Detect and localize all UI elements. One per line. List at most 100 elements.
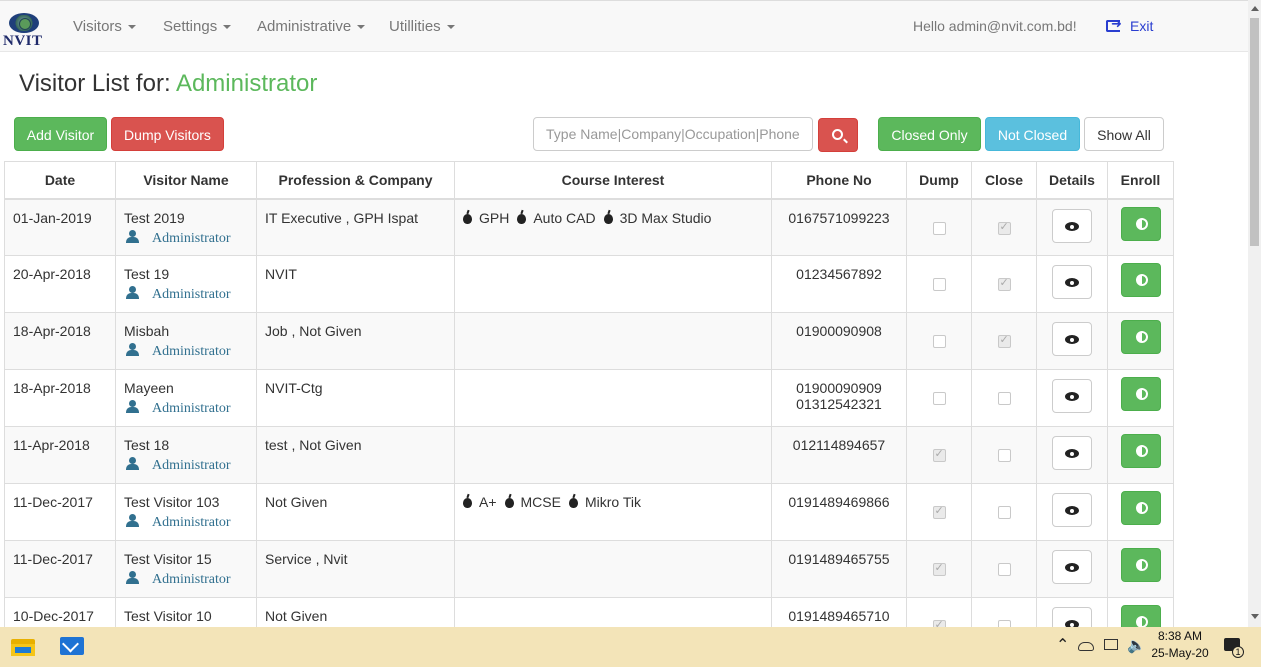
adjust-icon	[1135, 331, 1148, 343]
cell-date: 20-Apr-2018	[4, 255, 116, 313]
notification-badge: 1	[1232, 646, 1244, 658]
user-greeting[interactable]: Hello admin@nvit.com.bd!	[913, 18, 1077, 34]
cell-phone: 0191489465755	[771, 540, 907, 598]
header-details[interactable]: Details	[1036, 161, 1108, 200]
enroll-button[interactable]	[1120, 263, 1161, 297]
cell-enroll	[1107, 255, 1174, 313]
cell-dump	[906, 483, 972, 541]
search-input[interactable]	[533, 117, 813, 151]
cell-close	[971, 198, 1037, 256]
cell-phone: 012114894657	[771, 426, 907, 484]
file-explorer-icon[interactable]	[11, 636, 35, 656]
clock[interactable]: 8:38 AM 25-May-20	[1150, 628, 1210, 662]
cell-date: 18-Apr-2018	[4, 312, 116, 370]
brand-text: NVIT	[3, 33, 43, 49]
enroll-button[interactable]	[1120, 434, 1161, 468]
cell-visitor-name: Test Visitor 15 Administrator	[115, 540, 257, 598]
visitor-name: Test 18	[124, 437, 170, 453]
not-closed-button[interactable]: Not Closed	[985, 117, 1080, 151]
header-dump[interactable]: Dump	[906, 161, 972, 200]
dump-checkbox[interactable]	[932, 335, 946, 348]
apple-icon	[568, 498, 578, 508]
add-visitor-button[interactable]: Add Visitor	[14, 117, 107, 151]
notification-icon[interactable]: 1	[1224, 638, 1244, 658]
volume-icon[interactable]: 🔈	[1127, 636, 1146, 654]
scroll-up-icon[interactable]	[1251, 6, 1259, 11]
chevron-up-icon[interactable]: ⌃	[1056, 635, 1069, 655]
cell-date: 01-Jan-2019	[4, 198, 116, 256]
close-checkbox[interactable]	[997, 220, 1011, 235]
top-navbar: NVIT Visitors Settings Administrative Ut…	[0, 0, 1248, 52]
cell-dump	[906, 312, 972, 370]
enroll-button[interactable]	[1120, 320, 1161, 354]
details-button[interactable]	[1052, 379, 1092, 413]
exit-link[interactable]: Exit	[1106, 16, 1154, 34]
cell-details	[1036, 198, 1108, 256]
search-button[interactable]	[818, 118, 858, 152]
created-by: Administrator	[124, 457, 248, 474]
header-date[interactable]: Date	[4, 161, 116, 200]
header-close[interactable]: Close	[971, 161, 1037, 200]
close-checkbox[interactable]	[997, 449, 1011, 462]
details-button[interactable]	[1052, 208, 1092, 243]
visitor-name: Test 19	[124, 266, 170, 282]
created-by: Administrator	[124, 514, 248, 531]
header-visitor-name[interactable]: Visitor Name	[115, 161, 257, 200]
cell-visitor-name: Test 18 Administrator	[115, 426, 257, 484]
enroll-button[interactable]	[1120, 206, 1161, 241]
menu-label: Settings	[163, 18, 218, 35]
eye-icon	[1065, 506, 1079, 515]
dump-checkbox[interactable]	[932, 221, 946, 235]
close-checkbox[interactable]	[997, 276, 1011, 291]
menu-utilities[interactable]: Utillities	[389, 18, 455, 35]
close-checkbox[interactable]	[997, 563, 1011, 576]
network-icon[interactable]	[1104, 639, 1118, 650]
dump-checkbox[interactable]	[932, 561, 946, 576]
scroll-down-icon[interactable]	[1251, 614, 1259, 619]
show-all-button[interactable]: Show All	[1084, 117, 1164, 151]
details-button[interactable]	[1052, 550, 1092, 584]
header-course-interest[interactable]: Course Interest	[454, 161, 772, 200]
eye-icon	[1065, 392, 1079, 401]
table-row: 11-Dec-2017 Test Visitor 103 Administrator…	[4, 483, 1174, 541]
mail-icon[interactable]	[60, 637, 84, 655]
details-button[interactable]	[1052, 493, 1092, 527]
close-checkbox[interactable]	[997, 392, 1011, 405]
header-phone[interactable]: Phone No	[771, 161, 907, 200]
header-enroll[interactable]: Enroll	[1107, 161, 1174, 200]
close-checkbox[interactable]	[997, 333, 1011, 348]
header-profession[interactable]: Profession & Company	[256, 161, 455, 200]
course-name: Mikro Tik	[584, 494, 641, 510]
menu-visitors[interactable]: Visitors	[73, 18, 136, 35]
enroll-button[interactable]	[1120, 377, 1161, 411]
cell-close	[971, 255, 1037, 313]
scroll-thumb[interactable]	[1250, 18, 1259, 246]
eye-icon	[1065, 449, 1079, 458]
menu-settings[interactable]: Settings	[163, 18, 232, 35]
menu-administrative[interactable]: Administrative	[257, 18, 366, 35]
close-checkbox[interactable]	[997, 506, 1011, 519]
nvit-logo[interactable]: NVIT	[3, 13, 45, 49]
dump-checkbox[interactable]	[932, 278, 946, 291]
eye-icon	[1065, 221, 1079, 231]
dump-visitors-button[interactable]: Dump Visitors	[111, 117, 224, 151]
dump-checkbox[interactable]	[932, 447, 946, 462]
created-by: Administrator	[124, 229, 248, 247]
apple-icon	[603, 213, 613, 224]
details-button[interactable]	[1052, 265, 1092, 299]
dump-checkbox[interactable]	[932, 392, 946, 405]
course-name: Auto CAD	[533, 209, 596, 226]
onedrive-icon[interactable]	[1078, 642, 1094, 651]
enroll-button[interactable]	[1120, 491, 1161, 525]
details-button[interactable]	[1052, 436, 1092, 470]
closed-only-button[interactable]: Closed Only	[878, 117, 981, 151]
exit-label: Exit	[1130, 18, 1154, 34]
phone-number: 0191489469866	[788, 494, 890, 510]
enroll-button[interactable]	[1120, 548, 1161, 582]
menu-label: Visitors	[73, 18, 122, 35]
vertical-scrollbar[interactable]	[1248, 0, 1261, 627]
details-button[interactable]	[1052, 322, 1092, 356]
eye-icon	[1065, 335, 1079, 344]
dump-checkbox[interactable]	[932, 504, 946, 519]
taskbar: ⌃ 🔈 8:38 AM 25-May-20 1	[0, 627, 1261, 667]
